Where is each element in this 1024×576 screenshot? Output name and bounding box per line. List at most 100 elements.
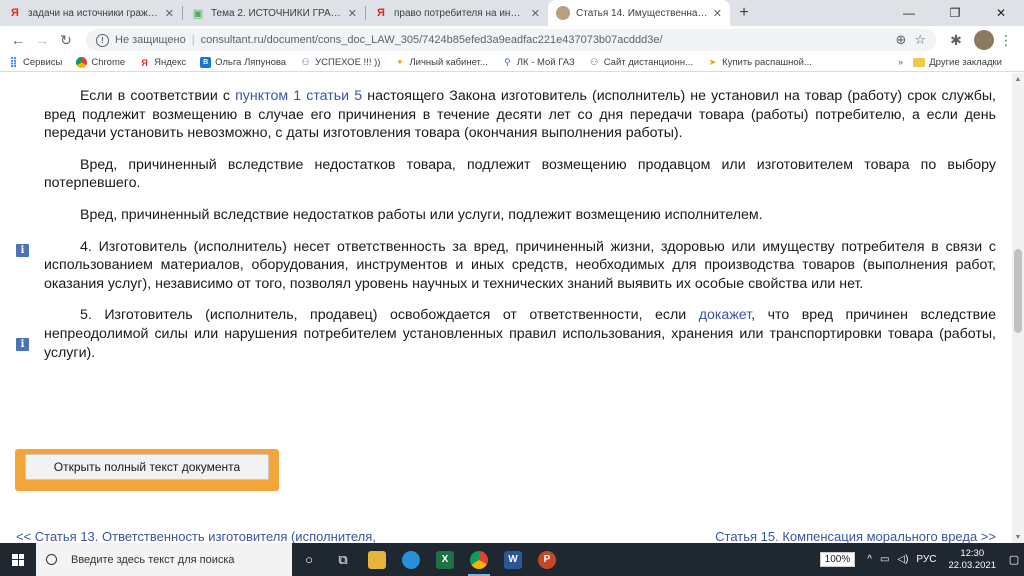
close-window-button[interactable]: ✕ [978, 0, 1024, 26]
cortana-icon[interactable]: ○ [292, 543, 326, 576]
tab-title: задачи на источники гражданско [28, 7, 161, 19]
url-text[interactable]: consultant.ru/document/cons_doc_LAW_305/… [201, 34, 888, 46]
forward-button[interactable]: → [30, 28, 54, 52]
bookmark-label: Сервисы [23, 57, 63, 68]
excel-icon[interactable]: X [428, 543, 462, 576]
scroll-down-icon[interactable]: ▼ [1012, 531, 1024, 543]
open-full-text-button[interactable]: Открыть полный текст документа [25, 454, 269, 480]
bookmark-cabinet[interactable]: ✦ Личный кабинет... [394, 57, 488, 68]
bookmark-label: ЛК - Мой ГАЗ [516, 57, 575, 68]
profile-icon: В [200, 57, 212, 68]
chrome-taskbar-icon[interactable] [462, 543, 496, 576]
tab-3[interactable]: Я право потребителя на информац ✕ [366, 0, 548, 26]
file-explorer-icon[interactable] [360, 543, 394, 576]
bookmark-distance[interactable]: ⚇ Сайт дистанционн... [589, 57, 693, 68]
search-placeholder: Введите здесь текст для поиска [71, 553, 235, 566]
document-icon: ▣ [192, 7, 204, 20]
zoom-indicator[interactable]: 100% [819, 552, 856, 567]
close-tab-icon[interactable]: ✕ [165, 7, 174, 20]
people-icon: ⚇ [590, 57, 599, 67]
security-label: Не защищено [115, 34, 186, 46]
notifications-icon[interactable]: ▢ [1004, 543, 1024, 576]
bookmark-label: Яндекс [154, 57, 187, 68]
close-tab-icon[interactable]: ✕ [531, 7, 540, 20]
avatar-icon [556, 6, 570, 20]
bookmarks-overflow-button[interactable]: » [898, 57, 903, 68]
bookmark-star-icon[interactable]: ☆ [914, 32, 926, 48]
link-prove[interactable]: докажет [699, 307, 751, 323]
prev-article-link[interactable]: << Статья 13. Ответственность изготовите… [16, 529, 376, 543]
bookmark-buy[interactable]: ➤ Купить распашной... [707, 57, 812, 68]
tab-title: Статья 14. Имущественная отве [576, 7, 709, 19]
yandex-icon: Я [377, 7, 385, 19]
arrow-icon: ➤ [708, 57, 717, 67]
pin-icon: ⚲ [503, 57, 511, 67]
yandex-icon: Я [11, 7, 19, 19]
bookmark-yandex[interactable]: Я Яндекс [139, 57, 186, 68]
network-icon[interactable]: ▭ [880, 554, 889, 565]
window-controls: — ❐ ✕ [886, 0, 1024, 26]
close-tab-icon[interactable]: ✕ [713, 7, 722, 20]
apps-grid-icon: ⣿ [9, 57, 18, 68]
chrome-icon [76, 57, 88, 68]
other-bookmarks[interactable]: Другие закладки [913, 57, 1002, 68]
tab-2[interactable]: ▣ Тема 2. ИСТОЧНИКИ ГРАЖДАНСК ✕ [183, 0, 365, 26]
task-view-icon[interactable]: ⧉ [326, 543, 360, 576]
word-icon[interactable]: W [496, 543, 530, 576]
system-tray: 100% ^ ▭ ◁) РУС 12:30 22.03.2021 ▢ [819, 543, 1024, 576]
search-icon [46, 554, 57, 565]
taskbar-clock[interactable]: 12:30 22.03.2021 [948, 548, 996, 572]
info-warning-icon[interactable]: ! [96, 33, 109, 47]
page-scrollbar[interactable]: ▲ ▼ [1012, 73, 1024, 543]
menu-icon[interactable]: ⋮ [994, 28, 1018, 52]
reload-button[interactable]: ↻ [54, 28, 78, 52]
tab-1[interactable]: Я задачи на источники гражданско ✕ [0, 0, 182, 26]
profile-avatar[interactable] [974, 30, 994, 50]
bookmark-label: Сайт дистанционн... [603, 57, 694, 68]
bookmarks-bar: ⣿ Сервисы Chrome Я Яндекс В Ольга Ляпунова … [0, 54, 1024, 72]
page-content: Если в соответствии с пунктом 1 статьи 5… [0, 73, 1024, 543]
folder-icon [913, 58, 926, 67]
powerpoint-icon[interactable]: P [530, 543, 564, 576]
tab-4-active[interactable]: Статья 14. Имущественная отве ✕ [548, 0, 730, 26]
minimize-button[interactable]: — [886, 0, 932, 26]
close-tab-icon[interactable]: ✕ [348, 7, 357, 20]
people-icon: ⚇ [301, 57, 310, 67]
extensions-icon[interactable]: ✱ [944, 28, 968, 52]
start-button[interactable] [0, 543, 36, 576]
open-full-text-highlight: Открыть полный текст документа [15, 449, 279, 491]
scroll-up-icon[interactable]: ▲ [1012, 73, 1024, 85]
zoom-icon[interactable]: ⊕ [895, 32, 906, 48]
chevron-up-icon[interactable]: ^ [867, 554, 872, 565]
next-article-link[interactable]: Статья 15. Компенсация морального вреда … [715, 529, 996, 543]
paragraph-5: 5. Изготовитель (исполнитель, продавец) … [44, 306, 996, 362]
back-button[interactable]: ← [6, 28, 30, 52]
tab-strip: Я задачи на источники гражданско ✕ ▣ Тем… [0, 0, 1024, 26]
clock-time: 12:30 [960, 547, 985, 559]
bookmark-label: Chrome [91, 57, 126, 68]
paragraph-3: Вред, причиненный вследствие недостатков… [80, 206, 763, 223]
edge-icon[interactable] [394, 543, 428, 576]
bookmark-label: Другие закладки [929, 57, 1002, 68]
tab-title: Тема 2. ИСТОЧНИКИ ГРАЖДАНСК [211, 7, 344, 19]
taskbar-search[interactable]: Введите здесь текст для поиска [36, 543, 292, 576]
maximize-button[interactable]: ❐ [932, 0, 978, 26]
bookmark-chrome[interactable]: Chrome [76, 57, 125, 68]
address-bar[interactable]: ! Не защищено | consultant.ru/document/c… [86, 29, 936, 51]
bookmark-olga[interactable]: В Ольга Ляпунова [200, 57, 286, 68]
address-divider: | [191, 34, 195, 46]
bookmark-uspekhoe[interactable]: ⚇ УСПЕХОЕ !!! )) [300, 57, 381, 68]
star-icon: ✦ [396, 57, 404, 67]
info-icon[interactable]: i [16, 244, 29, 257]
info-icon[interactable]: i [16, 338, 29, 351]
bookmark-services[interactable]: ⣿ Сервисы [8, 57, 63, 68]
scroll-thumb[interactable] [1014, 249, 1022, 333]
new-tab-button[interactable]: + [730, 0, 758, 26]
bookmark-lk-gaz[interactable]: ⚲ ЛК - Мой ГАЗ [502, 57, 575, 68]
bookmark-label: УСПЕХОЕ !!! )) [315, 57, 381, 68]
link-article-5[interactable]: пунктом 1 статьи 5 [235, 88, 362, 104]
language-indicator[interactable]: РУС [916, 554, 936, 565]
bookmark-label: Личный кабинет... [409, 57, 488, 68]
browser-toolbar: ← → ↻ ! Не защищено | consultant.ru/docu… [0, 26, 1024, 54]
volume-icon[interactable]: ◁) [897, 554, 908, 565]
